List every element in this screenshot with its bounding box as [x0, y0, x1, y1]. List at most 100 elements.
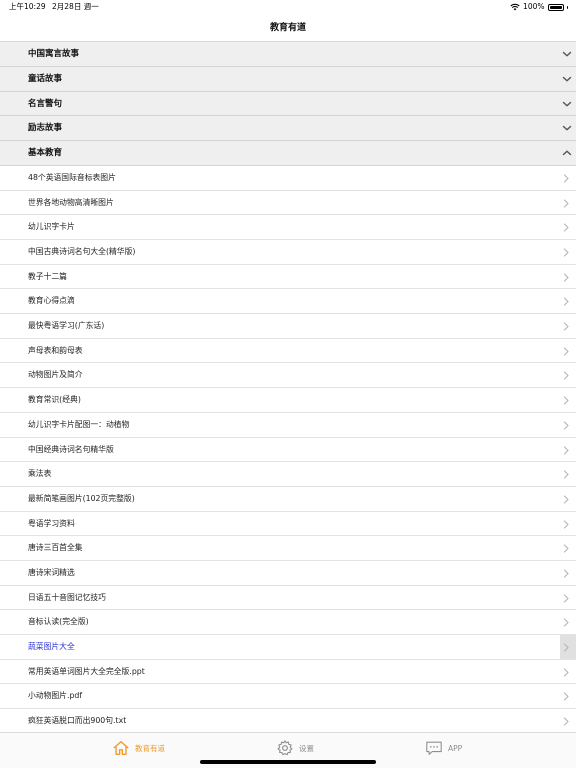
- chevron-right-icon: [563, 618, 569, 627]
- list-item[interactable]: 蔬菜图片大全: [0, 635, 576, 660]
- list-item-label: 教育常识(经典): [28, 395, 81, 405]
- list-item[interactable]: 中国经典诗词名句精华版: [0, 437, 576, 463]
- section-header[interactable]: 基本教育: [0, 141, 576, 166]
- gear-icon: [277, 740, 293, 756]
- list-item[interactable]: 常用英语单词图片大全完全版.ppt: [0, 659, 576, 685]
- list-item[interactable]: 幼儿识字卡片配图一：动植物: [0, 412, 576, 438]
- battery-tip: [566, 5, 568, 9]
- chevron-right-icon: [563, 520, 569, 529]
- list-item[interactable]: 声母表和韵母表: [0, 338, 576, 364]
- section-header[interactable]: 中国寓言故事: [0, 42, 576, 67]
- tab-app[interactable]: APP: [425, 737, 462, 759]
- list-item-label: 最新简笔画图片(102页完整版): [28, 493, 135, 503]
- chevron-right-icon: [563, 396, 569, 405]
- tab-settings-label: 设置: [299, 743, 314, 753]
- chevron-down-icon: [562, 76, 572, 82]
- list-item[interactable]: 最新简笔画图片(102页完整版): [0, 486, 576, 512]
- chevron-down-icon: [562, 126, 572, 131]
- chevron-right-icon: [563, 495, 569, 504]
- list-item[interactable]: 教育心得点滴: [0, 289, 576, 315]
- list-item[interactable]: 动物图片及简介: [0, 363, 576, 389]
- list-item[interactable]: 教子十二篇: [0, 264, 576, 290]
- content-list[interactable]: 中国寓言故事 童话故事名言警句励志故事基本教育 48个英语国际音标表图片 世界各地动…: [0, 42, 576, 732]
- battery-icon: [547, 3, 564, 11]
- list-item-label: 动物图片及简介: [28, 370, 83, 380]
- tab-app-label: APP: [448, 743, 463, 753]
- list-item[interactable]: 世界各地动物高清晰图片: [0, 190, 576, 216]
- chevron-right-icon: [563, 569, 569, 578]
- status-indicators: 100%: [510, 0, 568, 14]
- status-date: 2月28日 週一: [52, 2, 99, 11]
- section-header[interactable]: 童话故事: [0, 66, 576, 92]
- list-item-label: 幼儿识字卡片: [28, 222, 75, 232]
- chevron-right-icon: [563, 668, 569, 677]
- chat-bubble-icon: [426, 741, 442, 755]
- list-item[interactable]: 48个英语国际音标表图片: [0, 165, 576, 191]
- list-item[interactable]: 日语五十音图记忆技巧: [0, 585, 576, 611]
- chevron-right-icon: [563, 421, 569, 430]
- chevron-right-icon: [563, 322, 569, 331]
- list-item[interactable]: 幼儿识字卡片: [0, 215, 576, 241]
- wifi-icon: [510, 3, 520, 11]
- chevron-right-icon: [563, 692, 569, 701]
- chevron-right-icon: [563, 248, 569, 257]
- chevron-right-icon: [563, 594, 569, 603]
- list-item-label: 中国古典诗词名句大全(精华版): [28, 247, 136, 257]
- section-header-label: 励志故事: [28, 123, 63, 134]
- chevron-right-icon: [563, 371, 569, 381]
- list-item-label: 教育心得点滴: [28, 296, 75, 306]
- status-time-date: 上午10:29 2月28日 週一: [9, 0, 99, 14]
- chevron-right-icon: [563, 717, 569, 726]
- list-item-label: 音标认读(完全版): [28, 617, 89, 627]
- list-item-label: 48个英语国际音标表图片: [28, 172, 116, 182]
- list-item-label: 中国经典诗词名句精华版: [28, 444, 114, 454]
- chevron-right-icon: [563, 445, 569, 455]
- list-item-label: 唐诗宋词精选: [28, 567, 75, 577]
- chevron-right-icon: [563, 174, 569, 183]
- section-header[interactable]: 励志故事: [0, 116, 576, 142]
- chevron-right-icon: [563, 643, 569, 652]
- list-item[interactable]: 小动物图片.pdf: [0, 684, 576, 710]
- section-header-label: 基本教育: [28, 148, 63, 159]
- chevron-down-icon: [562, 51, 572, 57]
- tab-settings[interactable]: 设置: [276, 737, 314, 759]
- tab-home[interactable]: 教育有道: [112, 737, 165, 759]
- home-indicator: [200, 760, 376, 764]
- section-header-label: 名言警句: [28, 98, 63, 109]
- list-item[interactable]: 中国古典诗词名句大全(精华版): [0, 240, 576, 265]
- section-header-label: 童话故事: [28, 73, 63, 84]
- status-time: 上午10:29: [9, 2, 46, 11]
- list-item[interactable]: 乘法表: [0, 462, 576, 487]
- list-item[interactable]: 粤语学习资料: [0, 511, 576, 537]
- chevron-right-icon: [563, 273, 569, 282]
- chevron-up-icon: [562, 150, 572, 156]
- list-item[interactable]: 唐诗三百首全集: [0, 536, 576, 561]
- list-item-label: 疯狂英语脱口而出900句.txt: [28, 716, 127, 726]
- chevron-right-icon: [563, 199, 569, 208]
- list-item-label: 蔬菜图片大全: [28, 642, 75, 652]
- chevron-right-icon: [563, 297, 569, 306]
- list-item-label: 粤语学习资料: [28, 518, 75, 528]
- list-item-label: 日语五十音图记忆技巧: [28, 592, 106, 602]
- list-item[interactable]: 音标认读(完全版): [0, 610, 576, 636]
- list-item-label: 幼儿识字卡片配图一：动植物: [28, 419, 130, 429]
- list-item-label: 声母表和韵母表: [28, 345, 83, 355]
- list-item-label: 教子十二篇: [28, 271, 67, 281]
- chevron-right-icon: [563, 347, 569, 356]
- list-item[interactable]: 教育常识(经典): [0, 388, 576, 413]
- list-item-label: 世界各地动物高清晰图片: [28, 197, 114, 207]
- section-header-label: 中国寓言故事: [28, 49, 80, 59]
- list-item[interactable]: 唐诗宋词精选: [0, 560, 576, 586]
- chevron-right-icon: [563, 470, 569, 479]
- chevron-down-icon: [562, 101, 572, 107]
- list-item-label: 乘法表: [28, 469, 52, 479]
- battery-percent: 100%: [523, 2, 545, 11]
- list-item[interactable]: 最快粤语学习(广东话): [0, 314, 576, 339]
- home-icon: [113, 741, 129, 755]
- section-header[interactable]: 名言警句: [0, 91, 576, 117]
- nav-bar: 教育有道: [0, 14, 576, 42]
- list-item-label: 唐诗三百首全集: [28, 543, 83, 553]
- list-item[interactable]: 疯狂英语脱口而出900句.txt: [0, 709, 576, 732]
- list-item-label: 最快粤语学习(广东话): [28, 321, 105, 331]
- chevron-right-icon: [563, 223, 569, 232]
